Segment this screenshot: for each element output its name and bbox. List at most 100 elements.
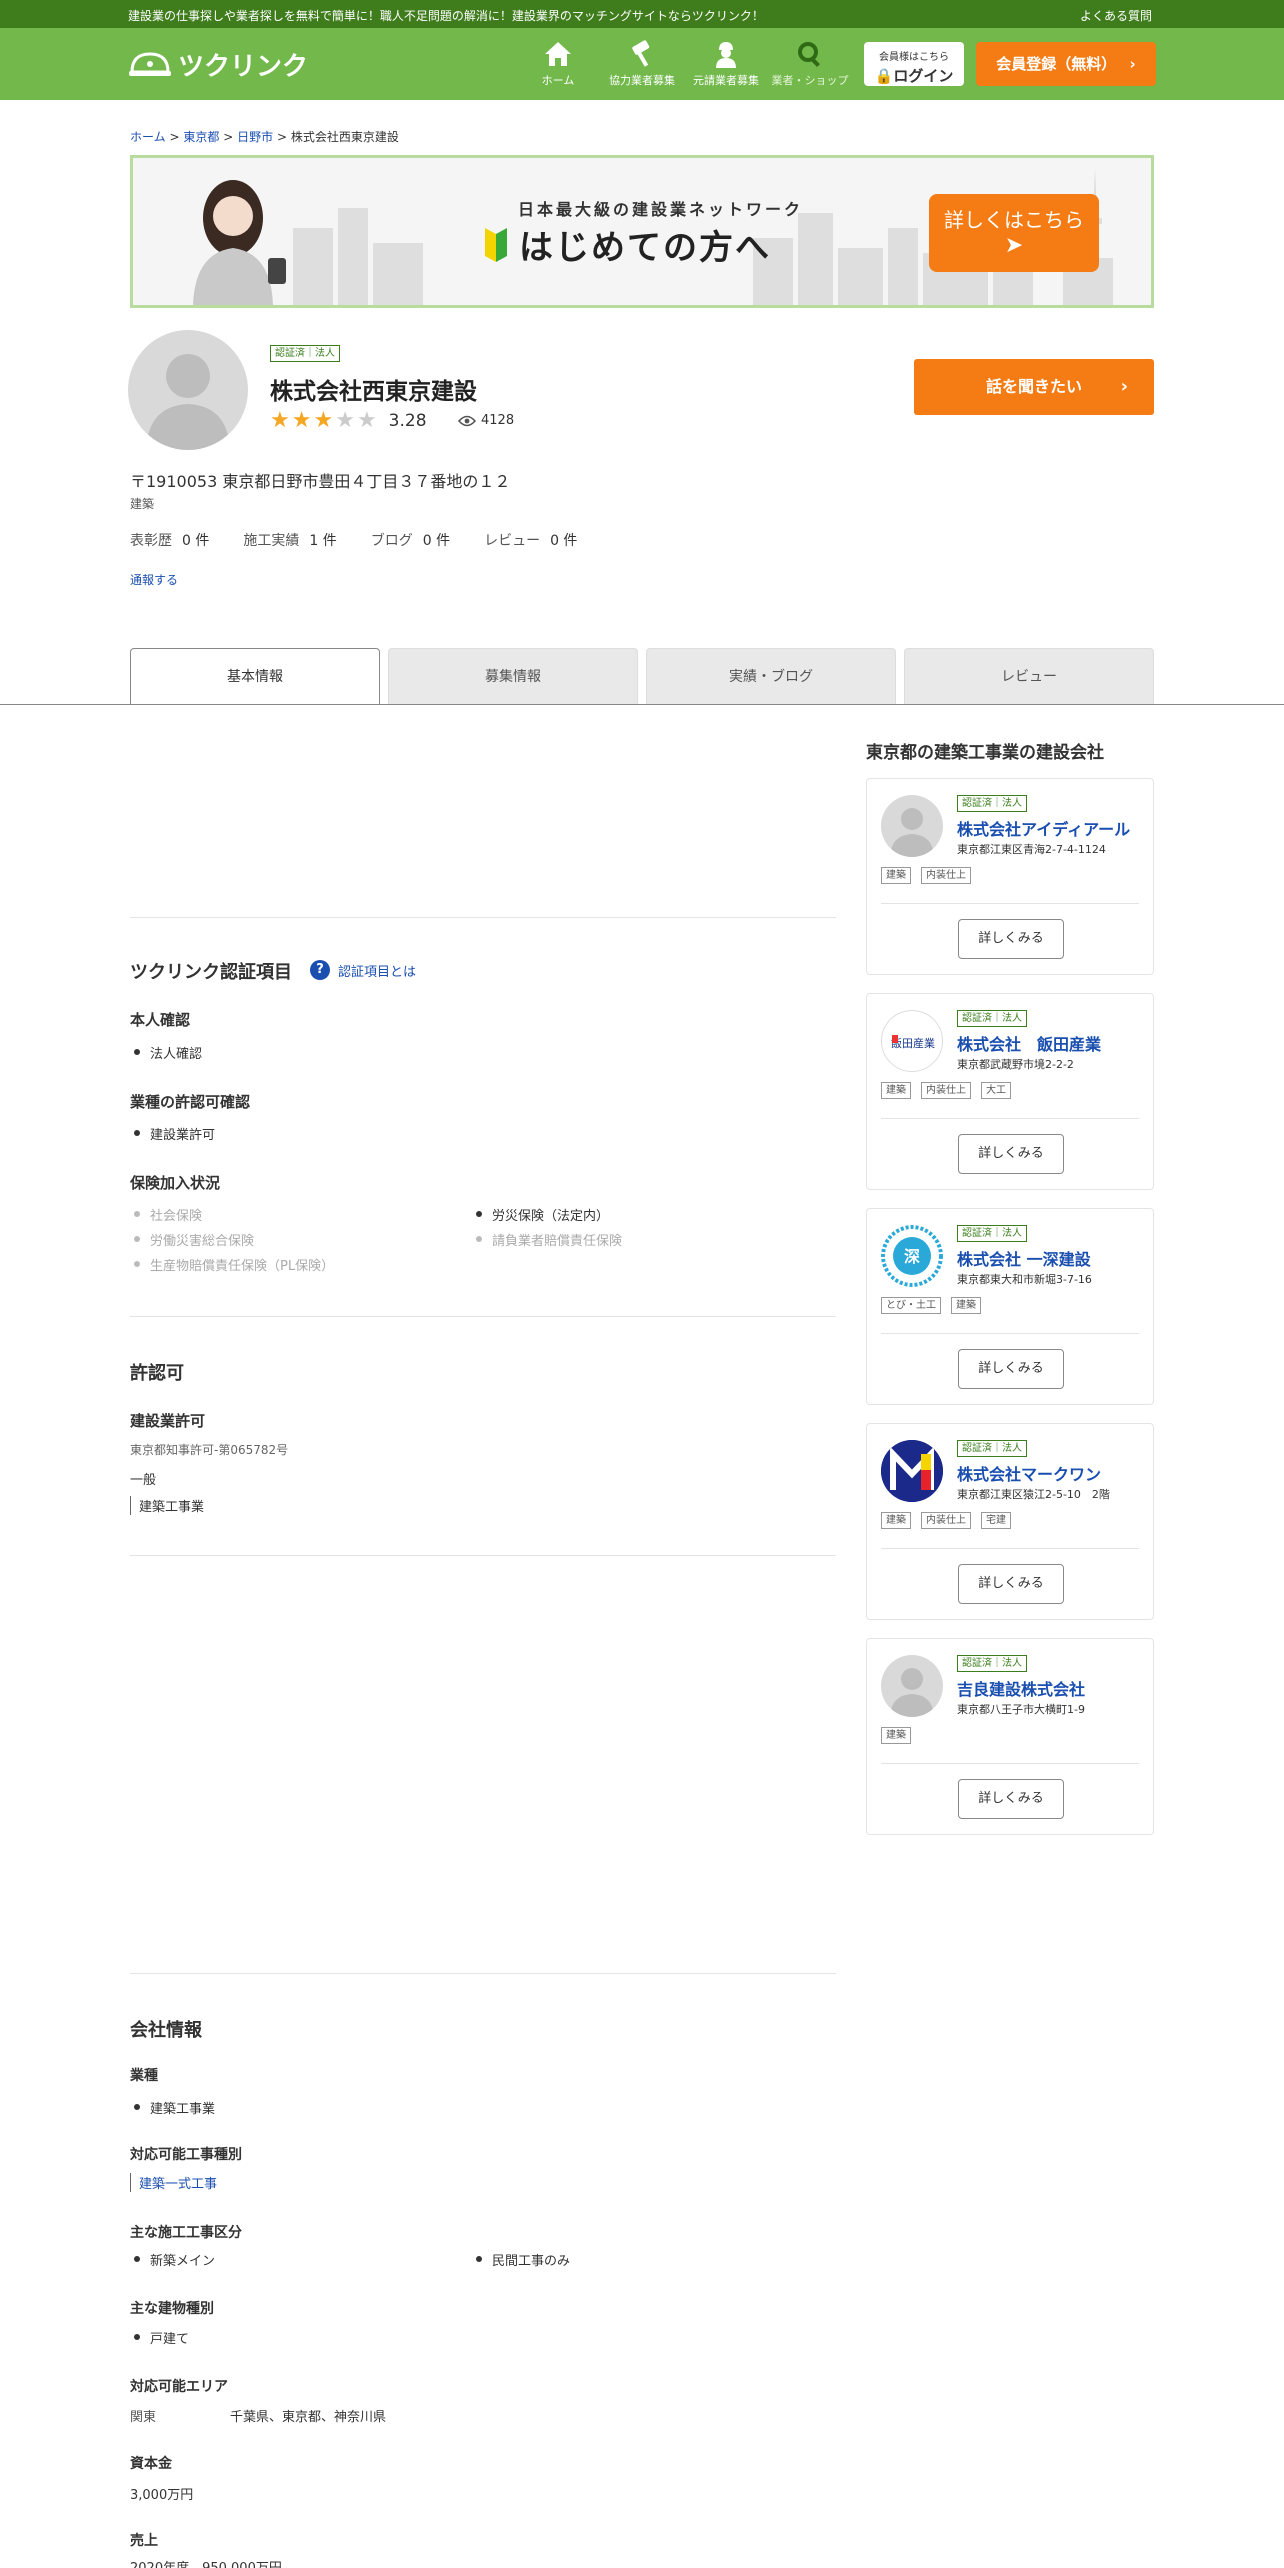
banner-cta-button[interactable]: 詳しくはこちら ➤ xyxy=(929,194,1099,272)
view-count: 4128 xyxy=(458,413,514,428)
nav-contractor[interactable]: 元請業者募集 xyxy=(684,36,768,88)
card-company-name[interactable]: 株式会社 一深建設 xyxy=(957,1246,1091,1270)
avatar-placeholder-icon xyxy=(881,795,943,857)
card-more-button[interactable]: 詳しくみる xyxy=(958,1564,1064,1604)
card-cert-badge: 認証済｜法人 xyxy=(957,1225,1027,1242)
announcement-text: 建設業の仕事探しや業者探しを無料で簡単に！職人不足問題の解消に！建設業界のマッチ… xyxy=(128,9,764,23)
tab-works-blog[interactable]: 実績・ブログ xyxy=(646,648,896,704)
nav-shop-label: 業者・ショップ xyxy=(771,74,849,87)
beginner-banner[interactable]: 日本最大級の建設業ネットワーク はじめての方へ 詳しくはこちら ➤ xyxy=(130,155,1154,308)
login-small-text: 会員様はこちら xyxy=(879,52,949,63)
worker-icon xyxy=(684,36,768,68)
business-item: 建築工事業 xyxy=(130,2098,215,2117)
stat-works[interactable]: 施工実績 1 件 xyxy=(243,530,336,550)
breadcrumb-tokyo[interactable]: 東京都 xyxy=(183,130,219,144)
banner-headline: はじめての方へ xyxy=(519,228,771,268)
cert-section-title: ツクリンク認証項目 xyxy=(130,962,292,983)
cert-badge: 認証済｜法人 xyxy=(270,345,340,362)
card-company-name[interactable]: 株式会社アイディアール xyxy=(957,816,1130,840)
card-tag: 建築 xyxy=(881,1082,911,1099)
license-number: 東京都知事許可-第065782号 xyxy=(130,1443,289,1457)
star-icon: ★ xyxy=(270,408,290,433)
card-address: 東京都江東区猿江2-5-10 2階 xyxy=(957,1488,1110,1501)
register-label: 会員登録（無料） xyxy=(996,55,1117,73)
woman-with-phone-illustration xyxy=(193,180,286,305)
sales-value: 2020年度 950,000万円 xyxy=(130,2557,282,2568)
ichishin-logo-icon: 深 xyxy=(881,1225,943,1287)
business-title: 業種 xyxy=(130,2068,158,2084)
beginner-mark-icon xyxy=(485,227,507,262)
card-divider xyxy=(881,1118,1139,1119)
license-section-title: 許認可 xyxy=(130,1363,184,1384)
home-icon xyxy=(516,36,600,68)
lock-icon: 🔒 xyxy=(874,67,894,85)
card-cert-badge: 認証済｜法人 xyxy=(957,1440,1027,1457)
card-more-button[interactable]: 詳しくみる xyxy=(958,919,1064,959)
avatar-placeholder-icon xyxy=(881,1655,943,1717)
stat-reviews[interactable]: レビュー 0 件 xyxy=(484,530,577,550)
card-cert-badge: 認証済｜法人 xyxy=(957,795,1027,812)
nav-contractor-label: 元請業者募集 xyxy=(693,74,759,87)
insurance-item-labor-accident: 労働災害総合保険 xyxy=(130,1230,254,1249)
nav-subcontractor[interactable]: 協力業者募集 xyxy=(600,36,684,88)
company-avatar xyxy=(128,330,248,450)
company-card[interactable]: 認証済｜法人 株式会社マークワン 東京都江東区猿江2-5-10 2階 建築 内装仕… xyxy=(866,1423,1154,1620)
work-types-link[interactable]: 建築一式工事 xyxy=(130,2173,217,2192)
permit-check-item: 建設業許可 xyxy=(130,1124,215,1143)
card-divider xyxy=(881,1548,1139,1549)
tab-basic-info[interactable]: 基本情報 xyxy=(130,648,380,705)
banner-cta-label: 詳しくはこちら xyxy=(944,208,1084,232)
company-card[interactable]: 認証済｜法人 吉良建設株式会社 東京都八王子市大横町1-9 建築 詳しくみる xyxy=(866,1638,1154,1835)
construction-class-new: 新築メイン xyxy=(130,2250,215,2269)
svg-text:深: 深 xyxy=(904,1247,920,1266)
register-button[interactable]: 会員登録（無料） › xyxy=(976,42,1156,86)
license-work: 建築工事業 xyxy=(130,1496,204,1515)
rating: ★ ★ ★ ★ ★ 3.28 xyxy=(270,410,427,432)
faq-link[interactable]: よくある質問 xyxy=(1080,7,1152,24)
construction-class-private: 民間工事のみ xyxy=(472,2250,570,2269)
star-icon: ★ xyxy=(313,408,334,433)
cert-help-link[interactable]: ? 認証項目とは xyxy=(310,960,416,980)
card-divider xyxy=(881,1763,1139,1764)
company-address: 〒1910053 東京都日野市豊田４丁目３７番地の１２ xyxy=(130,472,511,491)
company-card[interactable]: 深 認証済｜法人 株式会社 一深建設 東京都東大和市新堀3-7-16 とび・土工… xyxy=(866,1208,1154,1405)
card-more-button[interactable]: 詳しくみる xyxy=(958,1349,1064,1389)
permit-check-title: 業種の許認可確認 xyxy=(130,1093,251,1111)
star-icon: ★ xyxy=(356,408,377,433)
nav-home[interactable]: ホーム xyxy=(516,36,600,88)
play-arrow-icon: ➤ xyxy=(1004,233,1024,258)
stat-awards[interactable]: 表彰歴 0 件 xyxy=(130,530,209,550)
profile-tabs: 基本情報 募集情報 実績・ブログ レビュー xyxy=(130,648,1154,705)
login-button[interactable]: 会員様はこちら 🔒ログイン xyxy=(864,42,964,86)
hammer-icon xyxy=(600,36,684,68)
insurance-item-workers-comp: 労災保険（法定内） xyxy=(472,1205,609,1224)
identity-title: 本人確認 xyxy=(130,1011,191,1029)
tab-reviews[interactable]: レビュー xyxy=(904,648,1154,704)
breadcrumb-hino[interactable]: 日野市 xyxy=(237,130,273,144)
cert-help-label: 認証項目とは xyxy=(338,964,417,980)
stat-blog[interactable]: ブログ 0 件 xyxy=(371,530,450,550)
identity-item: 法人確認 xyxy=(130,1043,202,1062)
view-count-value: 4128 xyxy=(481,413,515,428)
insurance-item-contractor-liability: 請負業者賠償責任保険 xyxy=(472,1230,622,1249)
nav-shop[interactable]: 業者・ショップ xyxy=(768,36,852,88)
card-company-name[interactable]: 株式会社マークワン xyxy=(957,1461,1101,1485)
company-card[interactable]: 認証済｜法人 株式会社アイディアール 東京都江東区青海2-7-4-1124 建築… xyxy=(866,778,1154,975)
talk-button[interactable]: 話を聞きたい › xyxy=(914,359,1154,415)
card-more-button[interactable]: 詳しくみる xyxy=(958,1134,1064,1174)
card-company-name[interactable]: 吉良建設株式会社 xyxy=(957,1676,1085,1700)
card-more-button[interactable]: 詳しくみる xyxy=(958,1779,1064,1819)
card-company-name[interactable]: 株式会社 飯田産業 xyxy=(957,1031,1101,1055)
breadcrumb-home[interactable]: ホーム xyxy=(130,130,166,144)
card-divider xyxy=(881,1333,1139,1334)
site-logo[interactable]: ツクリンク xyxy=(128,46,308,83)
banner-tagline: 日本最大級の建設業ネットワーク xyxy=(518,200,804,219)
construction-class-title: 主な施工工事区分 xyxy=(130,2225,242,2241)
license-type: 一般 xyxy=(130,1473,157,1488)
tab-recruitment[interactable]: 募集情報 xyxy=(388,648,638,704)
star-icon: ★ xyxy=(335,408,355,433)
building-type-item: 戸建て xyxy=(130,2328,189,2347)
report-link[interactable]: 通報する xyxy=(130,571,178,588)
sales-title: 売上 xyxy=(130,2533,158,2549)
company-card[interactable]: 飯田産業 認証済｜法人 株式会社 飯田産業 東京都武蔵野市境2-2-2 建築 内装… xyxy=(866,993,1154,1190)
